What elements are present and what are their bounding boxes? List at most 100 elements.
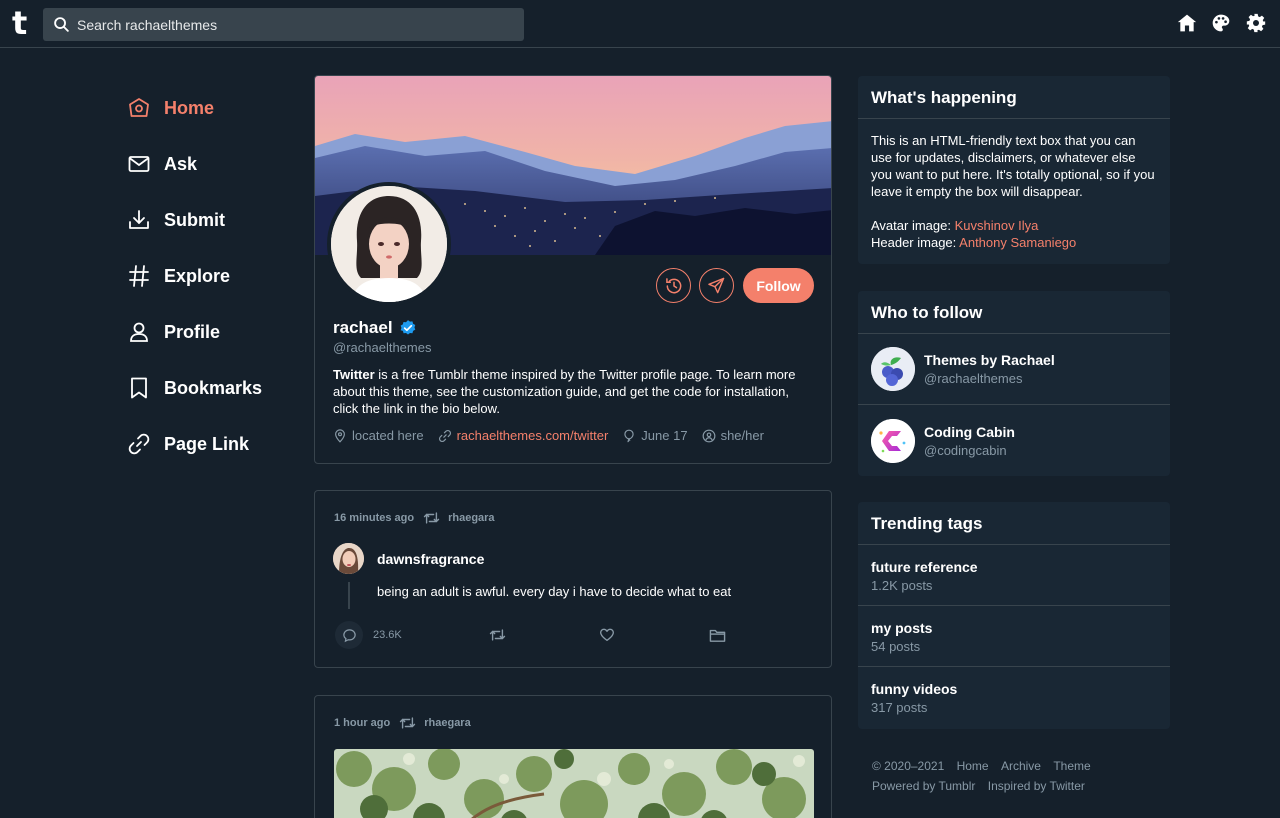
inspired-by-link[interactable]: Inspired by Twitter	[988, 779, 1085, 793]
reblogger-name[interactable]: rhaegara	[448, 512, 494, 524]
account-handle: @codingcabin	[924, 442, 1007, 458]
home-icon	[126, 95, 152, 121]
nav-label: Profile	[164, 321, 221, 342]
search-input[interactable]	[77, 8, 517, 41]
profile-link[interactable]: rachaelthemes.com/twitter	[457, 428, 609, 443]
nav-item-ask[interactable]: Ask	[126, 136, 262, 192]
tag-name: future reference	[871, 559, 978, 575]
meta-birthday: June 17	[622, 428, 688, 443]
footer-link-theme[interactable]: Theme	[1053, 759, 1090, 773]
trending-tag[interactable]: future reference 1.2K posts	[858, 545, 1170, 606]
profile-handle: @rachaelthemes	[333, 340, 432, 355]
profile-avatar[interactable]	[327, 182, 451, 306]
history-button[interactable]	[656, 268, 691, 303]
trending-tag[interactable]: my posts 54 posts	[858, 606, 1170, 667]
footer-link-archive[interactable]: Archive	[1001, 759, 1041, 773]
search-box[interactable]	[43, 8, 524, 41]
header-credit-row: Header image: Anthony Samaniego	[871, 234, 1157, 251]
permalink-button[interactable]	[703, 621, 741, 649]
avatar-credit-link[interactable]: Kuvshinov Ilya	[955, 218, 1039, 233]
tag-count: 317 posts	[871, 700, 928, 715]
author-name[interactable]: dawnsfragrance	[377, 551, 484, 567]
like-button[interactable]	[593, 621, 631, 649]
nav-item-profile[interactable]: Profile	[126, 304, 262, 360]
tag-name: my posts	[871, 620, 933, 636]
profile-name: rachael	[333, 318, 393, 337]
meta-pronouns: she/her	[702, 428, 764, 443]
home-icon[interactable]	[1177, 13, 1197, 33]
tumblr-logo[interactable]: t	[12, 7, 32, 40]
hashtag-icon	[126, 263, 152, 289]
top-bar: t	[0, 0, 1280, 48]
mail-icon	[126, 151, 152, 177]
header-credit-link[interactable]: Anthony Samaniego	[959, 235, 1076, 250]
meta-link[interactable]: rachaelthemes.com/twitter	[438, 428, 609, 443]
birthday-text: June 17	[641, 428, 688, 443]
location-text: located here	[352, 428, 424, 443]
nav-item-bookmarks[interactable]: Bookmarks	[126, 360, 262, 416]
pronouns-text: she/her	[720, 428, 764, 443]
verified-badge-icon	[400, 320, 415, 335]
folder-icon	[709, 629, 725, 642]
thread-line	[348, 582, 350, 609]
post-author: dawnsfragrance	[333, 543, 484, 574]
account-avatar	[871, 347, 915, 391]
post-time[interactable]: 16 minutes ago	[334, 512, 414, 524]
balloon-icon	[624, 429, 634, 442]
footer-link-home[interactable]: Home	[957, 759, 989, 773]
happening-text: This is an HTML-friendly text box that y…	[871, 133, 1155, 199]
nav-label: Explore	[164, 265, 231, 286]
follow-suggestion[interactable]: Coding Cabin @codingcabin	[858, 405, 1170, 476]
widget-title: What's happening	[858, 76, 1170, 119]
powered-by-link[interactable]: Powered by Tumblr	[872, 779, 975, 793]
widget-title: Who to follow	[858, 291, 1170, 334]
bio-text: is a free Tumblr theme inspired by the T…	[333, 367, 796, 416]
author-avatar[interactable]	[333, 543, 364, 574]
gear-icon[interactable]	[1246, 13, 1266, 33]
widget-body: This is an HTML-friendly text box that y…	[858, 119, 1170, 264]
nav-label: Bookmarks	[164, 377, 263, 398]
send-icon	[708, 277, 725, 294]
reblog-icon	[423, 512, 440, 524]
meta-location: located here	[333, 428, 424, 443]
reblog-icon	[400, 717, 416, 729]
post-time[interactable]: 1 hour ago	[334, 717, 390, 729]
nav-label: Home	[164, 97, 215, 118]
post-card: 16 minutes ago rhaegara dawnsfragrance b…	[314, 490, 832, 668]
profile-meta: located here rachaelthemes.com/twitter J…	[333, 428, 778, 443]
nav-item-submit[interactable]: Submit	[126, 192, 262, 248]
reblogger-name[interactable]: rhaegara	[424, 717, 470, 729]
tag-count: 1.2K posts	[871, 578, 933, 593]
who-to-follow-widget: Who to follow Themes by Rachael @rachael…	[858, 291, 1170, 476]
account-avatar	[871, 418, 915, 463]
post-card: 1 hour ago rhaegara	[314, 695, 832, 818]
follow-button[interactable]: Follow	[743, 268, 814, 303]
whats-happening-widget: What's happening This is an HTML-friendl…	[858, 76, 1170, 264]
download-icon	[126, 207, 152, 233]
nav-item-explore[interactable]: Explore	[126, 248, 262, 304]
nav-item-home[interactable]: Home	[126, 80, 262, 136]
palette-icon[interactable]	[1211, 13, 1231, 33]
account-handle: @rachaelthemes	[924, 371, 1023, 386]
nav-label: Submit	[164, 209, 225, 230]
footer: © 2020–2021 Home Archive Theme Powered b…	[872, 756, 1091, 796]
heart-icon	[600, 628, 614, 641]
bio-theme-name: Twitter	[333, 367, 375, 382]
profile-bio: Twitter is a free Tumblr theme inspired …	[333, 366, 813, 417]
profile-name-row: rachael	[333, 318, 417, 338]
nav-item-page-link[interactable]: Page Link	[126, 416, 262, 472]
trending-tag[interactable]: funny videos 317 posts	[858, 667, 1170, 728]
avatar-credit-row: Avatar image: Kuvshinov Ilya	[871, 217, 1157, 234]
message-button[interactable]	[699, 268, 734, 303]
notes-button[interactable]: 23.6K	[335, 621, 402, 649]
post-text: being an adult is awful. every day i hav…	[377, 584, 732, 599]
post-actions: 23.6K	[335, 621, 805, 649]
reblog-button[interactable]	[483, 621, 521, 649]
post-header: 1 hour ago rhaegara	[334, 716, 471, 730]
tag-count: 54 posts	[871, 639, 921, 654]
post-header: 16 minutes ago rhaegara	[334, 511, 495, 525]
search-icon	[54, 17, 69, 32]
post-image[interactable]	[334, 749, 814, 818]
person-circle-icon	[702, 429, 715, 442]
follow-suggestion[interactable]: Themes by Rachael @rachaelthemes	[858, 334, 1170, 405]
